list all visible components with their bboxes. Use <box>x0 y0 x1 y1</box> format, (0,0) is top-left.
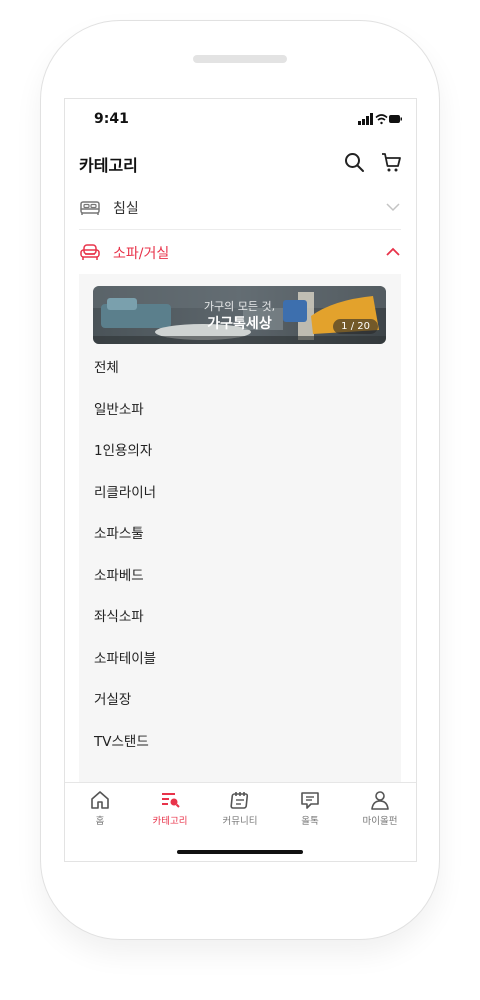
subcategory-item[interactable]: 소파테이블 <box>94 647 156 667</box>
subcategory-item[interactable]: 리클라이너 <box>94 481 156 501</box>
search-icon[interactable] <box>343 151 365 173</box>
cart-icon[interactable] <box>380 151 402 173</box>
tab-chat[interactable]: 올톡 <box>275 789 345 829</box>
page-title: 카테고리 <box>79 156 138 175</box>
tab-label-community: 커뮤니티 <box>222 816 258 827</box>
bed-icon <box>80 201 100 215</box>
subcategory-panel: 가구의 모든 것, 가구톡세상 1 / 20 전체 일반소파 1인용의자 리클라… <box>79 274 401 784</box>
app-header: 카테고리 <box>65 139 416 185</box>
tab-label-chat: 올톡 <box>301 816 319 827</box>
phone-speaker <box>193 55 287 63</box>
subcategory-item[interactable]: TV스탠드 <box>94 730 149 750</box>
banner-page-counter: 1 / 20 <box>333 319 378 334</box>
subcategory-item[interactable]: 전체 <box>94 356 119 376</box>
sofa-icon <box>80 244 100 260</box>
home-icon <box>91 791 109 809</box>
wifi-icon <box>375 114 388 125</box>
app-screen: 9:41 카테고리 침실 소파/거실 가구의 모든 것, 가구톡세상 1 / 2… <box>64 98 417 862</box>
category-label-bedroom: 침실 <box>113 201 139 217</box>
subcategory-item[interactable]: 일반소파 <box>94 398 144 418</box>
subcategory-item[interactable]: 소파베드 <box>94 564 144 584</box>
category-label-sofa-living: 소파/거실 <box>113 246 170 262</box>
subcategory-item[interactable]: 1인용의자 <box>94 439 152 459</box>
category-search-icon <box>162 793 180 808</box>
category-sofa-living[interactable]: 소파/거실 <box>79 230 401 274</box>
status-icons <box>358 113 402 125</box>
tab-category[interactable]: 카테고리 <box>135 789 205 829</box>
person-icon <box>371 791 389 810</box>
signal-icon <box>358 113 373 125</box>
chevron-down-icon <box>386 203 400 212</box>
chat-icon <box>301 792 319 809</box>
chevron-up-icon <box>386 247 400 256</box>
battery-icon <box>389 115 402 123</box>
tab-label-home: 홈 <box>95 816 105 827</box>
community-icon <box>230 792 249 809</box>
tab-mypage[interactable]: 마이올펀 <box>345 789 415 829</box>
category-bedroom[interactable]: 침실 <box>79 185 401 230</box>
tab-label-mypage: 마이올펀 <box>362 816 398 827</box>
tab-label-category: 카테고리 <box>152 816 188 827</box>
status-time: 9:41 <box>94 111 129 127</box>
banner-subtitle: 가구의 모든 것, <box>203 300 276 313</box>
tab-home[interactable]: 홈 <box>65 789 135 829</box>
home-indicator <box>177 850 303 854</box>
tab-community[interactable]: 커뮤니티 <box>205 789 275 829</box>
status-bar: 9:41 <box>65 99 416 139</box>
promo-banner[interactable]: 가구의 모든 것, 가구톡세상 1 / 20 <box>93 286 386 344</box>
subcategory-item[interactable]: 좌식소파 <box>94 605 144 625</box>
subcategory-item[interactable]: 거실장 <box>94 688 131 708</box>
subcategory-item[interactable]: 소파스툴 <box>94 522 144 542</box>
